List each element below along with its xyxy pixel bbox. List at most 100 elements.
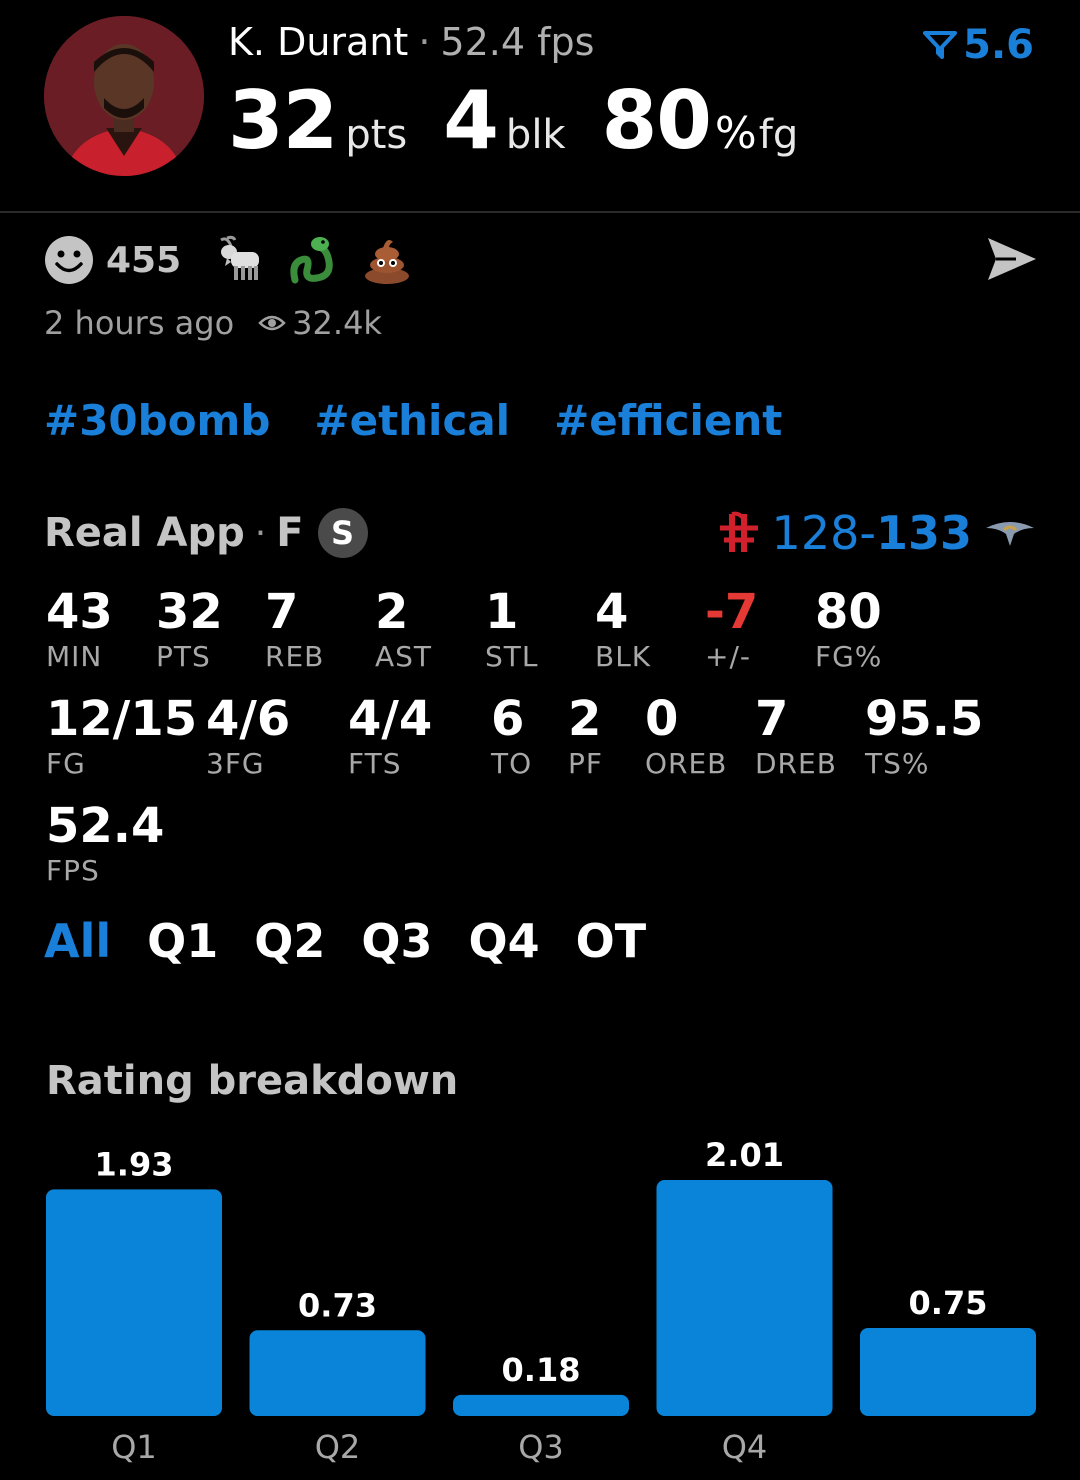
- stat-label: AST: [375, 640, 433, 673]
- pelicans-logo-icon: [986, 522, 1034, 546]
- player-avatar[interactable]: [44, 16, 204, 176]
- chart-title: Rating breakdown: [46, 1058, 459, 1104]
- player-position: F: [276, 510, 304, 556]
- tab-q4[interactable]: Q4: [469, 914, 540, 968]
- chart-bar[interactable]: [249, 1330, 426, 1416]
- stat-label: FPS: [46, 854, 100, 887]
- chart-bar[interactable]: [656, 1180, 833, 1416]
- chart-value-label: 0.73: [298, 1286, 377, 1324]
- score-dash: -: [859, 506, 876, 560]
- stat-value: 0: [645, 691, 679, 747]
- player-fps: 52.4 fps: [440, 20, 595, 64]
- stat-value: 52.4: [46, 798, 165, 854]
- stat-label: DREB: [755, 747, 837, 780]
- tab-q2[interactable]: Q2: [254, 914, 325, 968]
- stat-value: 4: [595, 584, 629, 640]
- eye-icon: [258, 315, 286, 331]
- stat-value: 43: [46, 584, 113, 640]
- headline-stats: 32 pts 4 blk 80% fg: [228, 74, 834, 167]
- stat-value: 95.5: [865, 691, 984, 747]
- stat-pts: 32 PTS: [156, 584, 223, 674]
- stat-stl: 1 STL: [485, 584, 538, 674]
- poop-icon[interactable]: [361, 234, 413, 286]
- stat-label: OREB: [645, 747, 728, 780]
- reactions-bar: 455: [44, 234, 435, 286]
- stat-label: FG: [46, 747, 86, 780]
- rating-breakdown-chart: 1.93 Q1 0.73 Q2 0.18 Q3 2.01 Q4 0.75: [46, 1136, 1036, 1466]
- stat-value: 6: [491, 691, 525, 747]
- send-icon[interactable]: [986, 236, 1038, 282]
- separator-dot: ·: [418, 20, 431, 64]
- stat-ts-pct: 95.5 TS%: [865, 691, 983, 781]
- stat-label: FTS: [348, 747, 402, 780]
- stat-value: 32: [156, 584, 223, 640]
- stat-dreb: 7 DREB: [755, 691, 837, 781]
- separator-dot: ·: [254, 512, 267, 554]
- stat-label: MIN: [46, 640, 103, 673]
- tab-q3[interactable]: Q3: [361, 914, 432, 968]
- stat-label: PTS: [156, 640, 211, 673]
- stat-value: 7: [755, 691, 789, 747]
- tab-q1[interactable]: Q1: [147, 914, 218, 968]
- chart-category-label: Q4: [722, 1428, 768, 1466]
- chart-bar[interactable]: [860, 1327, 1036, 1416]
- stat-value: -7: [705, 584, 759, 640]
- chart-bar[interactable]: [46, 1189, 222, 1416]
- chart-value-label: 0.18: [502, 1351, 581, 1389]
- starter-badge: S: [317, 508, 368, 558]
- tab-ot[interactable]: OT: [576, 914, 646, 968]
- stat-value: 4/6: [206, 691, 291, 747]
- hashtag[interactable]: #efficient: [554, 396, 782, 445]
- view-count: 32.4k: [292, 304, 382, 342]
- hashtag[interactable]: #ethical: [314, 396, 510, 445]
- player-name[interactable]: K. Durant: [228, 20, 408, 64]
- stat-to: 6 TO: [491, 691, 532, 781]
- away-score: 133: [875, 506, 972, 560]
- headline-fg-unit: fg: [758, 112, 799, 158]
- stat-label: FG%: [815, 640, 883, 673]
- rating-value: 5.6: [963, 22, 1034, 68]
- hashtag[interactable]: #30bomb: [44, 396, 270, 445]
- stat-fps: 52.4 FPS: [46, 798, 164, 888]
- hashtag-list: #30bomb #ethical #efficient: [44, 396, 782, 445]
- game-score[interactable]: 128-133: [718, 506, 1036, 560]
- stat-fts: 4/4 FTS: [348, 691, 432, 781]
- headline-pts-unit: pts: [345, 112, 408, 158]
- reaction-count: 455: [106, 239, 182, 281]
- player-line: K. Durant · 52.4 fps: [228, 20, 594, 64]
- headline-fg-pct: %: [714, 108, 757, 159]
- stat-fg: 12/15 FG: [46, 691, 197, 781]
- stat-pf: 2 PF: [568, 691, 603, 781]
- stat-value: 1: [485, 584, 519, 640]
- smiley-icon[interactable]: [44, 235, 94, 285]
- headline-blk-value: 4: [443, 74, 499, 167]
- stat-label: TO: [491, 747, 533, 780]
- goat-icon[interactable]: [213, 234, 265, 286]
- stat-value: 7: [265, 584, 299, 640]
- chart-category-label: Q3: [518, 1428, 564, 1466]
- chart-category-label: Q2: [315, 1428, 361, 1466]
- home-score: 128: [771, 506, 860, 560]
- stat-fg-pct: 80 FG%: [815, 584, 882, 674]
- chart-value-label: 0.75: [909, 1284, 988, 1322]
- stat-min: 43 MIN: [46, 584, 113, 674]
- stat-label: BLK: [595, 640, 652, 673]
- chart-bar[interactable]: [453, 1394, 629, 1416]
- rating-badge[interactable]: 5.6: [923, 22, 1034, 68]
- stat-value: 2: [375, 584, 409, 640]
- stat-blk: 4 BLK: [595, 584, 651, 674]
- header-divider: [0, 211, 1080, 213]
- stat-value: 80: [815, 584, 882, 640]
- tab-all[interactable]: All: [44, 914, 111, 968]
- snake-icon[interactable]: [287, 234, 339, 286]
- filter-trend-icon: [923, 31, 958, 59]
- chart-value-label: 2.01: [705, 1136, 784, 1174]
- chart-value-label: 1.93: [95, 1145, 174, 1183]
- time-ago: 2 hours ago: [44, 304, 235, 342]
- headline-fg-value: 80: [601, 74, 712, 167]
- headline-blk-unit: blk: [505, 112, 566, 158]
- player-headshot-icon: [44, 16, 204, 176]
- stat-oreb: 0 OREB: [645, 691, 727, 781]
- stat-label: +/-: [705, 640, 751, 673]
- stat-ast: 2 AST: [375, 584, 432, 674]
